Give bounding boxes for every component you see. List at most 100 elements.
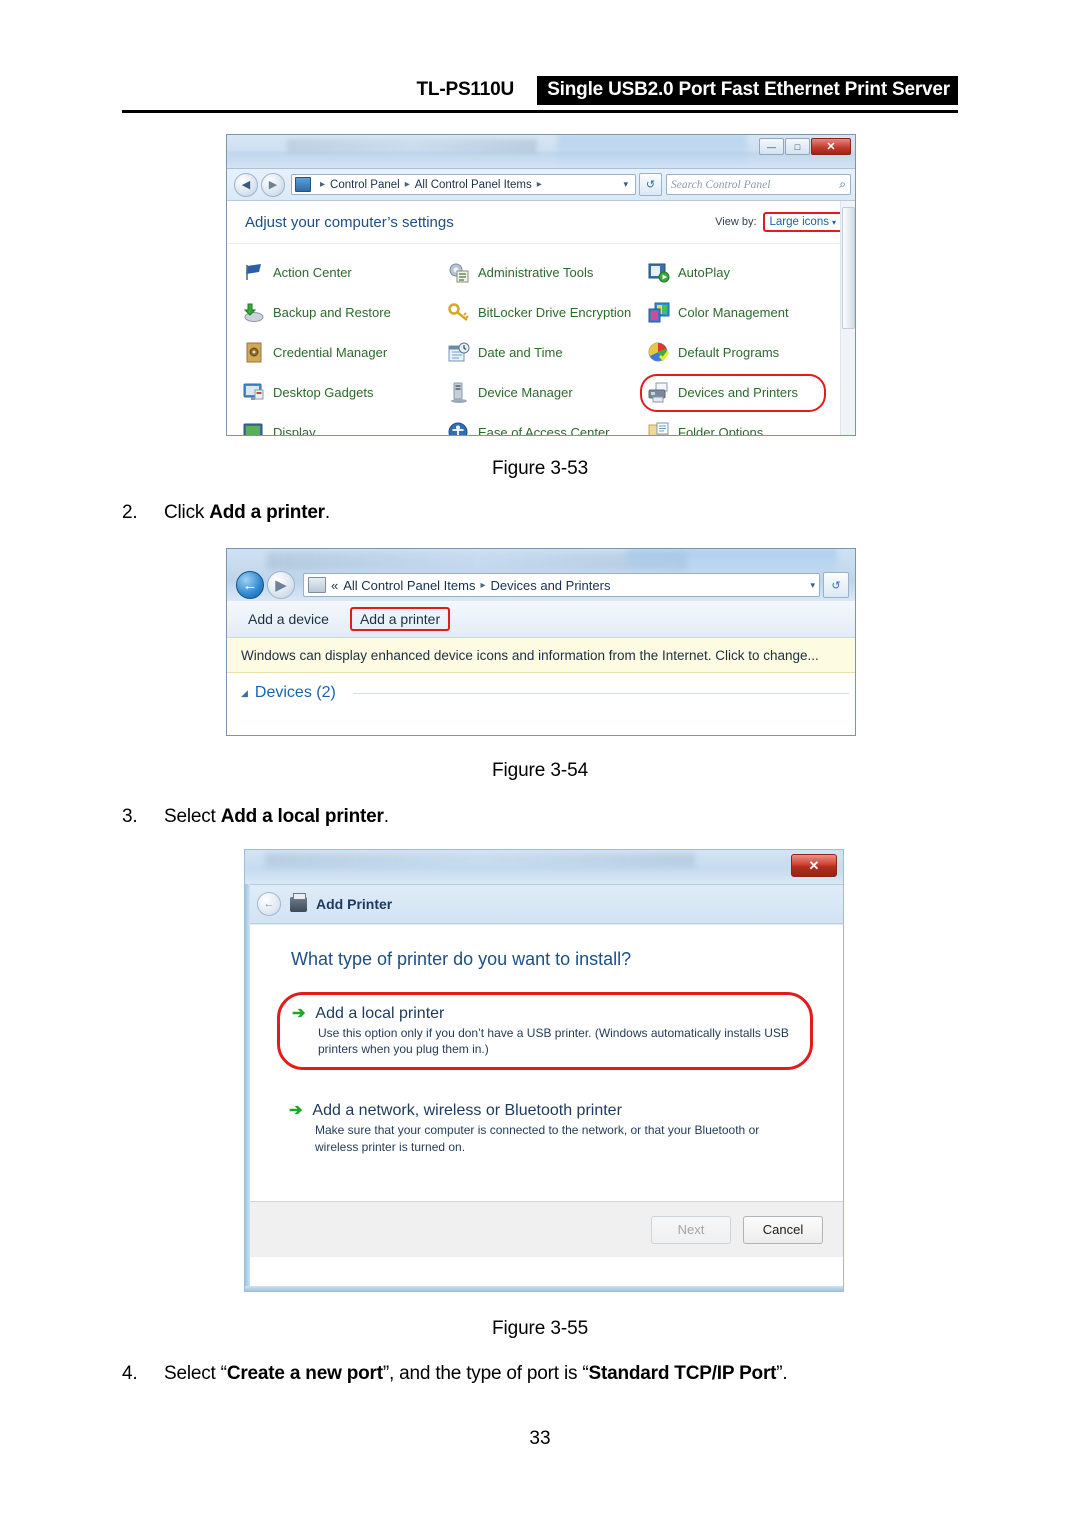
printer-icon <box>648 382 670 403</box>
control-panel-item-device-manager[interactable]: Device Manager <box>448 382 648 403</box>
breadcrumb-sep: ▸ <box>480 579 486 591</box>
search-placeholder: Search Control Panel <box>671 178 771 191</box>
back-button[interactable]: ← <box>257 892 281 916</box>
close-button[interactable]: ✕ <box>811 138 851 155</box>
control-panel-navbar: ◀ ▶ ▸ Control Panel ▸ All Control Panel … <box>227 169 855 201</box>
forward-button[interactable]: ▶ <box>267 571 295 599</box>
control-panel-titlebar: — □ ✕ <box>227 135 855 169</box>
address-bar[interactable]: ▸ Control Panel ▸ All Control Panel Item… <box>291 174 636 195</box>
step-3-post: . <box>383 806 389 827</box>
search-input[interactable]: Search Control Panel ⌕ <box>666 174 851 195</box>
control-panel-item-backup-and-restore[interactable]: Backup and Restore <box>243 302 448 323</box>
chevron-down-icon[interactable]: ▾ <box>810 580 815 591</box>
collapse-triangle-icon[interactable]: ◢ <box>241 688 248 699</box>
step-4-bold-1: Create a new port <box>226 1363 383 1384</box>
control-panel-row: Credential Manager Date and Time Default… <box>243 332 855 372</box>
devices-printers-titlebar: ← ▶ « All Control Panel Items ▸ Devices … <box>227 549 855 601</box>
breadcrumb-root[interactable]: All Control Panel Items <box>343 578 475 593</box>
control-panel-item-folder-options[interactable]: Folder Options <box>648 422 848 436</box>
breadcrumb-root[interactable]: Control Panel <box>330 179 400 191</box>
option-title: Add a network, wireless or Bluetooth pri… <box>312 1102 622 1120</box>
option-add-network-printer[interactable]: ➔ Add a network, wireless or Bluetooth p… <box>277 1092 813 1164</box>
item-label: Devices and Printers <box>678 384 798 400</box>
flag-icon <box>243 262 265 283</box>
figure-caption-3-55: Figure 3-55 <box>491 1318 589 1339</box>
titlebar-blur <box>265 853 695 867</box>
key-icon <box>448 302 470 323</box>
header-rule <box>122 110 958 113</box>
wizard-footer: Next Cancel <box>245 1201 843 1257</box>
devices-printers-navbar: ← ▶ « All Control Panel Items ▸ Devices … <box>227 571 855 599</box>
calendar-clock-icon <box>448 342 470 363</box>
view-by-value: Large icons <box>769 216 829 228</box>
control-panel-item-date-and-time[interactable]: Date and Time <box>448 342 648 363</box>
control-panel-row: Desktop Gadgets Device Manager Devices a… <box>243 372 855 412</box>
display-icon <box>243 422 265 435</box>
control-panel-subheader: Adjust your computer’s settings View by:… <box>227 201 855 244</box>
step-4: 4. Select “Create a new port”, and the ty… <box>122 1363 788 1385</box>
arrow-right-icon: ➔ <box>292 1005 306 1022</box>
chevron-down-icon: ▾ <box>831 218 836 227</box>
control-panel-item-administrative-tools[interactable]: Administrative Tools <box>448 262 648 283</box>
screenshot-add-printer-wizard: ✕ ← Add Printer What type of printer do … <box>244 849 844 1292</box>
control-panel-item-action-center[interactable]: Action Center <box>243 262 448 283</box>
add-printer-titlebar: ✕ <box>245 850 843 885</box>
info-bar[interactable]: Windows can display enhanced device icon… <box>227 638 855 673</box>
item-label: Default Programs <box>678 344 780 360</box>
back-button[interactable]: ← <box>236 571 264 599</box>
control-panel-item-ease-of-access-center[interactable]: Ease of Access Center <box>448 422 648 436</box>
item-label: Desktop Gadgets <box>273 384 374 400</box>
add-a-printer-button[interactable]: Add a printer <box>349 607 451 631</box>
vault-icon <box>243 342 265 363</box>
item-label: Folder Options <box>678 424 764 436</box>
printer-icon <box>290 892 307 912</box>
forward-button[interactable]: ▶ <box>261 172 285 197</box>
item-label: Ease of Access Center <box>478 424 610 436</box>
option-description: Make sure that your computer is connecte… <box>315 1123 760 1154</box>
item-label: Display <box>273 424 316 436</box>
figure-caption-3-54: Figure 3-54 <box>491 760 589 781</box>
add-printer-navrow: ← Add Printer <box>245 885 843 924</box>
search-icon: ⌕ <box>839 177 846 191</box>
breadcrumb-current[interactable]: Devices and Printers <box>491 578 611 593</box>
refresh-icon[interactable]: ↺ <box>639 173 662 196</box>
vertical-scrollbar[interactable] <box>840 201 855 435</box>
control-panel-item-bitlocker[interactable]: BitLocker Drive Encryption <box>448 302 648 323</box>
control-panel-item-color-management[interactable]: Color Management <box>648 302 848 323</box>
control-panel-row-partial: Display Ease of Access Center Folder Opt… <box>243 412 855 436</box>
wizard-heading: What type of printer do you want to inst… <box>291 949 632 969</box>
header-product-banner: Single USB2.0 Port Fast Ethernet Print S… <box>537 76 958 105</box>
control-panel-item-display[interactable]: Display <box>243 422 448 436</box>
page-header: TL-PS110U Single USB2.0 Port Fast Ethern… <box>122 76 958 113</box>
scrollbar-thumb[interactable] <box>842 207 855 329</box>
page-title: Adjust your computer’s settings <box>245 213 454 231</box>
backup-icon <box>243 302 265 323</box>
item-label: Backup and Restore <box>273 304 391 320</box>
back-button[interactable]: ◀ <box>234 172 258 197</box>
control-panel-item-autoplay[interactable]: AutoPlay <box>648 262 848 283</box>
devices-section-label: Devices (2) <box>254 684 336 701</box>
control-panel-body: Adjust your computer’s settings View by:… <box>227 201 855 436</box>
option-add-local-printer[interactable]: ➔ Add a local printer Use this option on… <box>277 992 813 1071</box>
item-label: Color Management <box>678 304 789 320</box>
control-panel-item-desktop-gadgets[interactable]: Desktop Gadgets <box>243 382 448 403</box>
add-a-device-button[interactable]: Add a device <box>241 608 336 630</box>
default-programs-icon <box>648 342 670 363</box>
chevron-down-icon[interactable]: ▾ <box>623 179 632 190</box>
control-panel-item-default-programs[interactable]: Default Programs <box>648 342 848 363</box>
maximize-button[interactable]: □ <box>785 138 810 155</box>
next-button[interactable]: Next <box>651 1215 731 1244</box>
devices-section-header[interactable]: ◢ Devices (2) <box>227 673 855 713</box>
breadcrumb-sep-1: ▸ <box>404 179 410 190</box>
address-bar[interactable]: « All Control Panel Items ▸ Devices and … <box>303 573 820 597</box>
item-label: Credential Manager <box>273 344 388 360</box>
control-panel-item-credential-manager[interactable]: Credential Manager <box>243 342 448 363</box>
view-by-dropdown[interactable]: Large icons ▾ <box>762 212 843 232</box>
cancel-button[interactable]: Cancel <box>743 1215 823 1244</box>
close-button[interactable]: ✕ <box>791 854 837 877</box>
control-panel-item-devices-and-printers[interactable]: Devices and Printers <box>640 373 848 412</box>
minimize-button[interactable]: — <box>759 138 784 155</box>
devices-printers-toolbar: Add a device Add a printer <box>227 601 855 638</box>
refresh-icon[interactable]: ↺ <box>823 572 849 598</box>
breadcrumb-current[interactable]: All Control Panel Items <box>415 179 532 191</box>
